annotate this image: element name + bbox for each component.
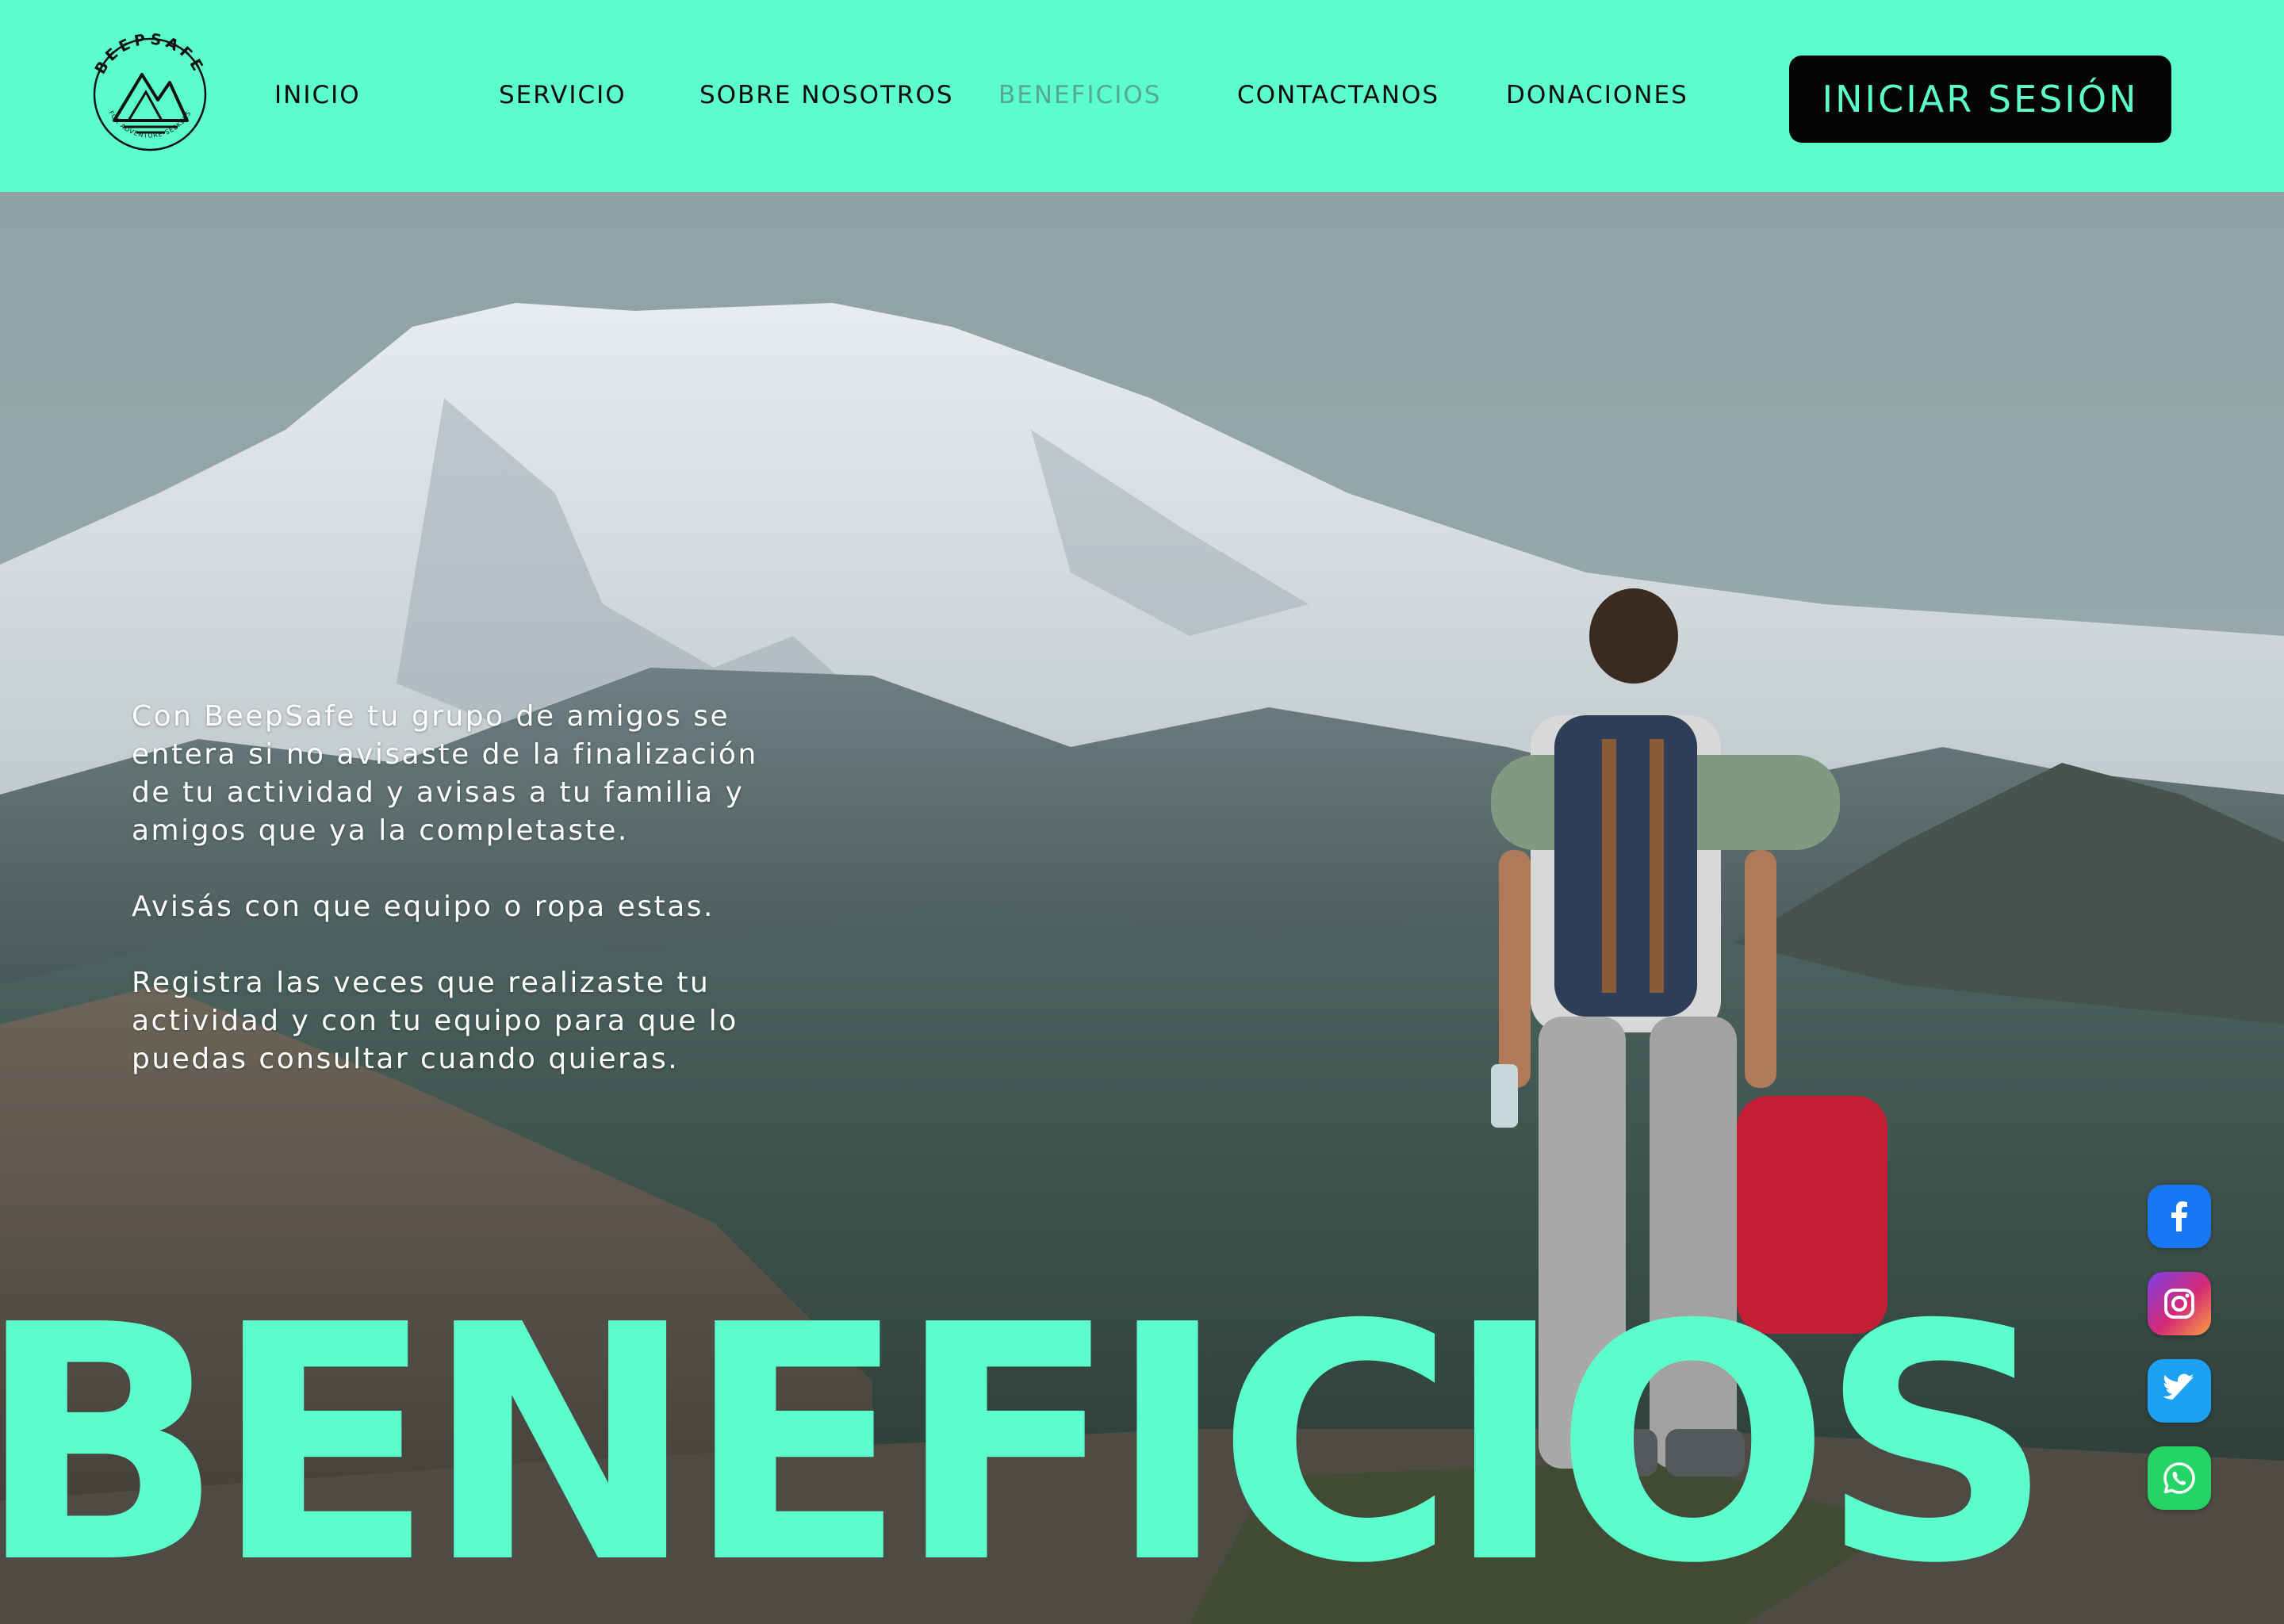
page-title: BENEFICIOS bbox=[0, 1255, 2054, 1624]
svg-text:BEEPSAFE: BEEPSAFE bbox=[91, 30, 208, 77]
nav-item-beneficios[interactable]: BENEFICIOS bbox=[998, 79, 1161, 111]
instagram-icon bbox=[2164, 1289, 2194, 1319]
benefits-description: Con BeepSafe tu grupo de amigos se enter… bbox=[132, 698, 782, 1116]
twitter-button[interactable] bbox=[2148, 1359, 2211, 1423]
facebook-icon bbox=[2171, 1201, 2187, 1231]
hero-section: Con BeepSafe tu grupo de amigos se enter… bbox=[0, 192, 2284, 1624]
benefit-paragraph: Registra las veces que realizaste tu act… bbox=[132, 967, 738, 1075]
nav-item-donaciones[interactable]: DONACIONES bbox=[1506, 79, 1688, 111]
site-header: BEEPSAFE FOR ADVENTURE-SEEKERS INICIO SE… bbox=[0, 0, 2284, 192]
nav-item-servicio[interactable]: SERVICIO bbox=[499, 79, 627, 111]
svg-text:FOR ADVENTURE-SEEKERS: FOR ADVENTURE-SEEKERS bbox=[107, 109, 192, 140]
nav-item-sobre-nosotros[interactable]: SOBRE NOSOTROS bbox=[699, 79, 954, 111]
instagram-button[interactable] bbox=[2148, 1272, 2211, 1335]
whatsapp-icon bbox=[2163, 1462, 2195, 1494]
login-button[interactable]: INICIAR SESIÓN bbox=[1789, 56, 2171, 143]
beepsafe-logo[interactable]: BEEPSAFE FOR ADVENTURE-SEEKERS bbox=[82, 27, 217, 162]
whatsapp-button[interactable] bbox=[2148, 1446, 2211, 1510]
benefit-paragraph: Con BeepSafe tu grupo de amigos se enter… bbox=[132, 700, 758, 847]
nav-item-contactanos[interactable]: CONTACTANOS bbox=[1237, 79, 1439, 111]
facebook-button[interactable] bbox=[2148, 1185, 2211, 1248]
twitter-icon bbox=[2163, 1373, 2194, 1400]
benefit-paragraph: Avisás con que equipo o ropa estas. bbox=[132, 891, 715, 923]
nav-item-inicio[interactable]: INICIO bbox=[274, 79, 361, 111]
